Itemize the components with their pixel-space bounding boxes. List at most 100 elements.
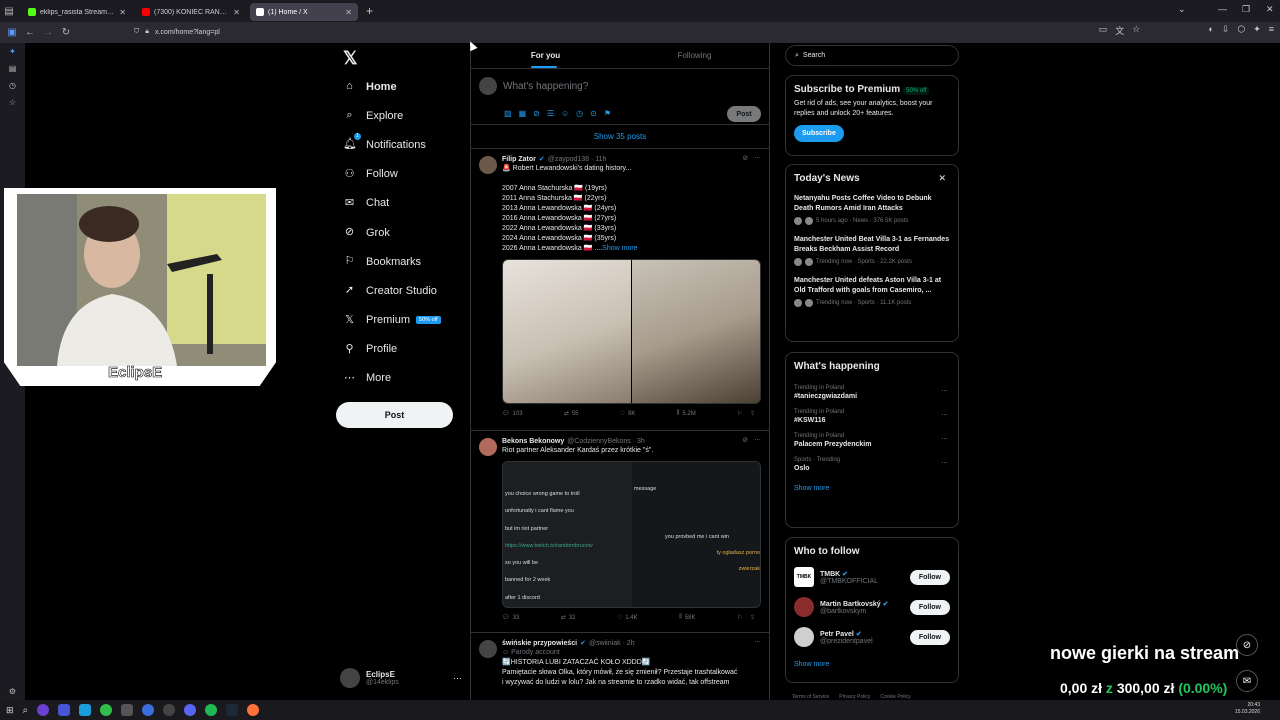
system-tray-clock[interactable]: 20:43 15.03.2026	[1235, 702, 1260, 716]
back-icon[interactable]: ←	[21, 27, 39, 38]
url-text[interactable]: x.com/home?lang=pl	[155, 29, 220, 36]
sidebar-toggle-icon[interactable]: ▤	[0, 6, 18, 17]
settings-gear-icon[interactable]: ⚙	[0, 683, 25, 700]
app-icon[interactable]	[37, 704, 50, 716]
tab-following[interactable]: Following	[620, 43, 769, 68]
more-icon[interactable]: ⋯	[941, 387, 948, 395]
image-icon[interactable]: ▨	[504, 109, 512, 118]
app-icon[interactable]	[79, 704, 92, 716]
shield-icon[interactable]: ⛉	[134, 28, 139, 36]
follow-button[interactable]: Follow	[909, 570, 950, 585]
media-image[interactable]	[632, 260, 760, 403]
views-button[interactable]: ⫼ 5.2M	[677, 410, 696, 417]
subscribe-button[interactable]: Subscribe	[794, 125, 844, 142]
puzzle-icon[interactable]: ⬡	[1237, 24, 1245, 37]
bookmark-icon[interactable]: ⚐	[737, 614, 742, 621]
show-more-link[interactable]: Show more	[794, 661, 950, 668]
app-icon[interactable]	[142, 704, 155, 716]
nav-item-explore[interactable]: ⌕ Explore	[336, 101, 458, 130]
follow-button[interactable]: Follow	[909, 630, 950, 645]
tweet[interactable]: Filip Zator ✔ @zaypod138 · 11h ⊘ ⋯ 🚨 Rob…	[471, 149, 769, 431]
url-bar[interactable]: ⛉ 🔒︎ x.com/home?lang=pl	[134, 24, 1074, 40]
bookmarks-star-icon[interactable]: ☆	[0, 94, 25, 111]
tweet-handle[interactable]: @zaypod138 · 11h	[548, 156, 607, 163]
composer-post-button[interactable]: Post	[727, 106, 761, 122]
news-item[interactable]: Manchester United defeats Aston Villa 3-…	[794, 276, 950, 307]
nav-item-chat[interactable]: ✉ Chat	[336, 189, 458, 218]
show-more-link[interactable]: Show more	[602, 245, 637, 252]
tweet-author[interactable]: Filip Zator	[502, 156, 536, 163]
more-icon[interactable]: ⋯	[941, 435, 948, 443]
close-icon[interactable]: ✕	[938, 173, 946, 184]
more-icon[interactable]: ⋯	[941, 411, 948, 419]
close-icon[interactable]: ✕	[345, 8, 352, 17]
trend-item[interactable]: Trending in Poland Palacem Prezydenckim …	[794, 433, 950, 448]
trend-item[interactable]: Trending in Poland #tanieczgwiazdami ⋯	[794, 385, 950, 400]
repost-button[interactable]: ⇄ 55	[564, 410, 579, 418]
app-icon[interactable]	[121, 704, 134, 716]
views-button[interactable]: ⫼ 58K	[679, 614, 695, 621]
nav-item-follow[interactable]: ⚇ Follow	[336, 160, 458, 189]
tab-kick[interactable]: eklips_rasista Stream - Kick Da ✕	[22, 3, 132, 21]
nav-item-profile[interactable]: ⚲ Profile	[336, 335, 458, 364]
follow-button[interactable]: Follow	[909, 600, 950, 615]
nav-item-home[interactable]: ⌂ Home	[336, 72, 458, 101]
sidebar-tabs-icon[interactable]: ▤	[0, 60, 25, 77]
bookmark-icon[interactable]: ⚐	[737, 410, 742, 417]
repost-button[interactable]: ⇄ 32	[561, 614, 576, 622]
new-tab-icon[interactable]: +	[366, 4, 373, 18]
app-icon[interactable]	[58, 704, 71, 716]
forward-icon[interactable]: →	[39, 27, 57, 38]
ai-sparkle-icon[interactable]: ✦	[0, 43, 25, 60]
flag-icon[interactable]: ⚑	[604, 109, 611, 118]
like-button[interactable]: ♡ 1.4K	[617, 614, 638, 622]
window-close-icon[interactable]: ✕	[1266, 4, 1274, 15]
nav-item-notifications[interactable]: 🔔︎ 1 Notifications	[336, 130, 458, 159]
start-icon[interactable]: ⊞	[6, 705, 14, 716]
extension-icon[interactable]: ◐	[1208, 24, 1213, 37]
sidebar-panel-icon[interactable]: ▣	[3, 27, 21, 38]
menu-icon[interactable]: ≡	[1269, 24, 1274, 37]
bookmark-star-icon[interactable]: ☆	[1132, 24, 1140, 37]
follow-suggestion[interactable]: Martin Bartkovský ✔ @bartkovskym Follow	[794, 597, 950, 617]
tweet-handle[interactable]: @CodziennyBekons · 3h	[567, 438, 645, 445]
nav-item-grok[interactable]: ⊘ Grok	[336, 218, 458, 247]
more-icon[interactable]: ⋯	[941, 459, 948, 467]
minimize-icon[interactable]: —	[1218, 4, 1227, 14]
post-button[interactable]: Post	[336, 402, 453, 428]
firefox-icon[interactable]	[247, 704, 260, 716]
chat-screenshot-right[interactable]: message you provbed me i cant win ty ogl…	[632, 462, 760, 607]
app-icon[interactable]	[163, 704, 176, 716]
reload-icon[interactable]: ↻	[57, 27, 75, 38]
trend-item[interactable]: Sports · Trending Oslo ⋯	[794, 457, 950, 472]
show-more-link[interactable]: Show more	[794, 485, 950, 492]
follow-suggestion[interactable]: Petr Pavel ✔ @prezidentpavel Follow	[794, 627, 950, 647]
reply-button[interactable]: 💬︎ 33	[502, 614, 519, 622]
search-icon[interactable]: ⌕	[23, 705, 29, 716]
emoji-icon[interactable]: ☺	[561, 109, 569, 118]
follow-suggestion[interactable]: TMBK TMBK ✔ @TMBKOFFICIAL Follow	[794, 567, 950, 587]
account-switcher[interactable]: EclipsE @14eklips ⋯	[340, 666, 462, 690]
trend-item[interactable]: Trending in Poland #KSW116 ⋯	[794, 409, 950, 424]
tweet[interactable]: Bekons Bekonowy @CodziennyBekons · 3h ⊘ …	[471, 431, 769, 633]
more-icon[interactable]: ⊘ ⋯	[742, 154, 761, 162]
tweet-handle[interactable]: @swiiniak · 2h	[589, 640, 635, 647]
close-icon[interactable]: ✕	[233, 8, 240, 17]
nav-item-bookmarks[interactable]: ⚐ Bookmarks	[336, 247, 458, 276]
show-new-posts[interactable]: Show 35 posts	[471, 125, 769, 149]
messages-float-icon[interactable]: ✉	[1236, 670, 1258, 692]
gif-icon[interactable]: ▦	[519, 109, 527, 118]
lock-icon[interactable]: 🔒︎	[145, 28, 149, 36]
share-icon[interactable]: ⇪	[750, 614, 755, 621]
downloads-icon[interactable]: ⇩	[1222, 24, 1230, 37]
poll-icon[interactable]: ☰	[547, 109, 554, 118]
tweet-media[interactable]	[502, 259, 761, 404]
news-item[interactable]: Netanyahu Posts Coffee Video to Debunk D…	[794, 194, 950, 225]
addon-icon[interactable]: ✦	[1253, 24, 1261, 37]
location-icon[interactable]: ⊙	[590, 109, 597, 118]
share-icon[interactable]: ⇪	[750, 410, 755, 417]
tab-youtube[interactable]: (7300) KONIEC RANDOMBRUC ✕	[136, 3, 246, 21]
steam-icon[interactable]	[226, 704, 239, 716]
composer-input[interactable]: What's happening?	[503, 81, 588, 92]
reply-button[interactable]: 💬︎ 103	[502, 410, 523, 418]
